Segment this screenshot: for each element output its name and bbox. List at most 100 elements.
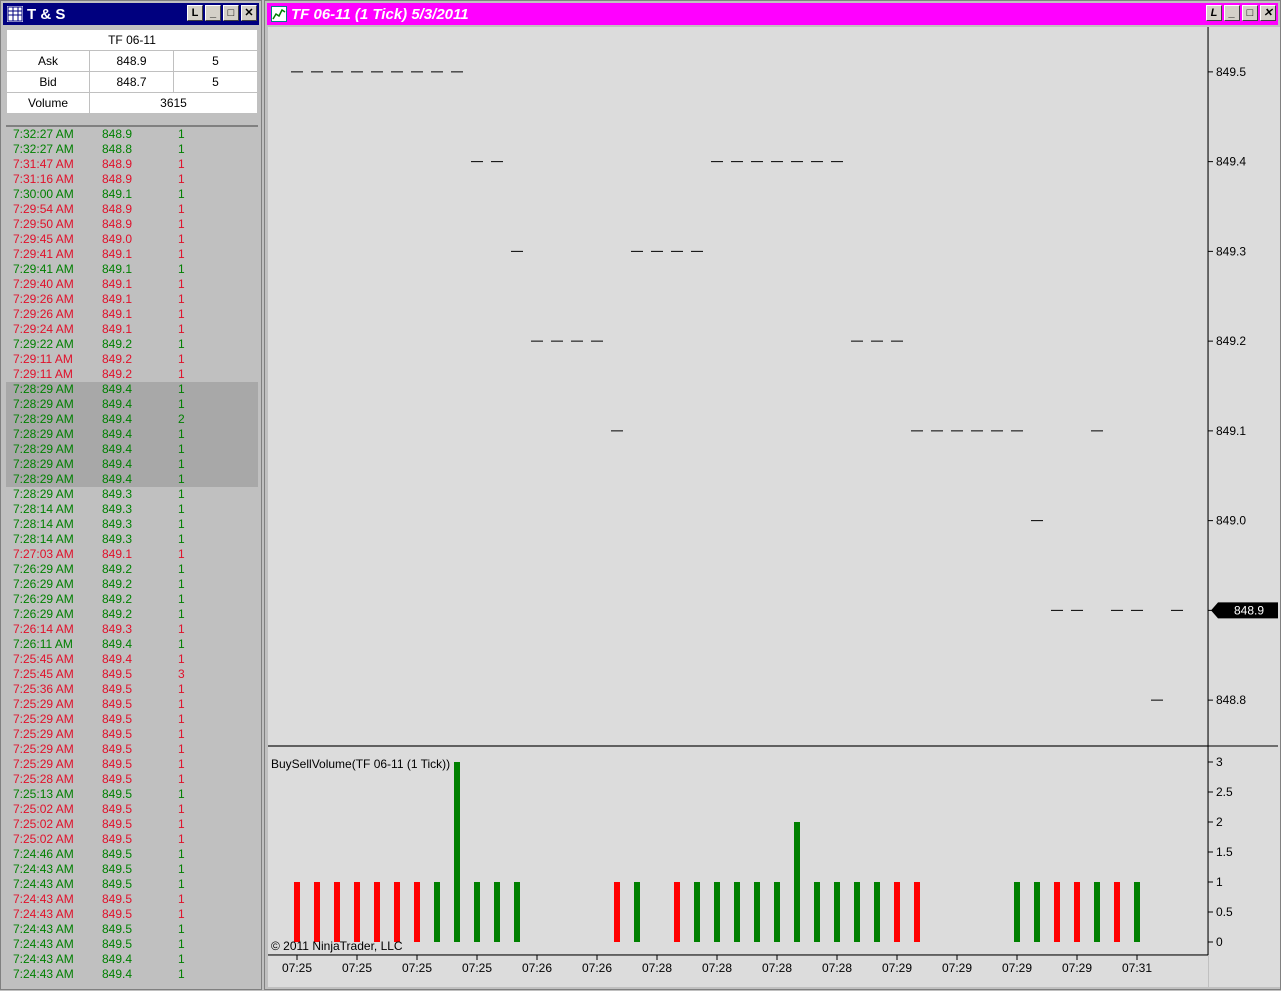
link-button[interactable]: L bbox=[187, 5, 203, 21]
trade-size: 1 bbox=[178, 337, 185, 351]
volume-tick-label: 2.5 bbox=[1216, 785, 1233, 799]
trade-row[interactable]: 7:28:14 AM 849.3 1 bbox=[6, 532, 258, 547]
trade-row[interactable]: 7:25:29 AM 849.5 1 bbox=[6, 757, 258, 772]
trade-row[interactable]: 7:28:29 AM 849.4 1 bbox=[6, 472, 258, 487]
trade-size: 1 bbox=[178, 187, 185, 201]
trade-price: 849.2 bbox=[102, 352, 133, 366]
trade-row[interactable]: 7:29:45 AM 849.0 1 bbox=[6, 232, 258, 247]
buy-volume-bar bbox=[1014, 882, 1020, 942]
trade-row[interactable]: 7:30:00 AM 849.1 1 bbox=[6, 187, 258, 202]
sell-volume-bar bbox=[394, 882, 400, 942]
trade-row[interactable]: 7:31:47 AM 848.9 1 bbox=[6, 157, 258, 172]
trade-time: 7:29:11 AM bbox=[13, 367, 73, 381]
volume-tick-label: 0 bbox=[1216, 935, 1223, 949]
trade-row[interactable]: 7:27:03 AM 849.1 1 bbox=[6, 547, 258, 562]
price-tick-label: 848.8 bbox=[1216, 693, 1246, 707]
trade-row[interactable]: 7:28:29 AM 849.4 1 bbox=[6, 397, 258, 412]
minimize-button[interactable]: _ bbox=[205, 5, 221, 21]
trade-row[interactable]: 7:25:02 AM 849.5 1 bbox=[6, 817, 258, 832]
trade-row[interactable]: 7:24:43 AM 849.5 1 bbox=[6, 862, 258, 877]
buy-volume-bar bbox=[1134, 882, 1140, 942]
trade-row[interactable]: 7:25:29 AM 849.5 1 bbox=[6, 727, 258, 742]
trade-row[interactable]: 7:24:43 AM 849.5 1 bbox=[6, 907, 258, 922]
trade-price: 849.2 bbox=[102, 607, 133, 621]
trade-row[interactable]: 7:29:50 AM 848.9 1 bbox=[6, 217, 258, 232]
price-tick-label: 849.5 bbox=[1216, 65, 1246, 79]
ts-titlebar[interactable]: T & S L _ □ ✕ bbox=[3, 3, 259, 25]
close-button[interactable]: ✕ bbox=[241, 5, 257, 21]
price-tick-label: 849.1 bbox=[1216, 424, 1246, 438]
trade-time: 7:25:29 AM bbox=[13, 697, 74, 711]
trade-row[interactable]: 7:31:16 AM 848.9 1 bbox=[6, 172, 258, 187]
trade-price: 849.4 bbox=[102, 412, 133, 426]
trade-size: 1 bbox=[178, 532, 185, 546]
trade-row[interactable]: 7:25:45 AM 849.4 1 bbox=[6, 652, 258, 667]
trade-row[interactable]: 7:28:29 AM 849.4 1 bbox=[6, 442, 258, 457]
trade-price: 849.5 bbox=[102, 757, 133, 771]
trade-row[interactable]: 7:29:26 AM 849.1 1 bbox=[6, 292, 258, 307]
trade-row[interactable]: 7:24:43 AM 849.5 1 bbox=[6, 937, 258, 952]
price-chart[interactable]: 849.5 849.4 849.3 849.2 849.1 849.0 848.9 848.8… bbox=[265, 1, 1281, 991]
trade-row[interactable]: 7:24:43 AM 849.5 1 bbox=[6, 922, 258, 937]
price-tick-label: 849.2 bbox=[1216, 334, 1246, 348]
trade-row[interactable]: 7:29:41 AM 849.1 1 bbox=[6, 262, 258, 277]
trade-row[interactable]: 7:24:43 AM 849.4 1 bbox=[6, 967, 258, 982]
trade-time: 7:28:29 AM bbox=[13, 397, 74, 411]
trade-row[interactable]: 7:29:40 AM 849.1 1 bbox=[6, 277, 258, 292]
trade-row[interactable]: 7:28:29 AM 849.3 1 bbox=[6, 487, 258, 502]
trade-time: 7:26:29 AM bbox=[13, 562, 74, 576]
trade-row[interactable]: 7:25:29 AM 849.5 1 bbox=[6, 742, 258, 757]
trade-price: 849.4 bbox=[102, 967, 133, 981]
time-tick-label: 07:28 bbox=[822, 961, 852, 975]
trade-row[interactable]: 7:32:27 AM 848.8 1 bbox=[6, 142, 258, 157]
trade-row[interactable]: 7:29:26 AM 849.1 1 bbox=[6, 307, 258, 322]
trade-row[interactable]: 7:29:22 AM 849.2 1 bbox=[6, 337, 258, 352]
trade-time: 7:24:43 AM bbox=[13, 877, 74, 891]
trade-row[interactable]: 7:29:54 AM 848.9 1 bbox=[6, 202, 258, 217]
trade-price: 849.4 bbox=[102, 397, 133, 411]
trade-row[interactable]: 7:25:29 AM 849.5 1 bbox=[6, 697, 258, 712]
trade-size: 1 bbox=[178, 307, 185, 321]
trade-row[interactable]: 7:28:14 AM 849.3 1 bbox=[6, 517, 258, 532]
sell-volume-bar bbox=[314, 882, 320, 942]
trade-row[interactable]: 7:25:29 AM 849.5 1 bbox=[6, 712, 258, 727]
trade-row[interactable]: 7:28:14 AM 849.3 1 bbox=[6, 502, 258, 517]
trade-row[interactable]: 7:32:27 AM 848.9 1 bbox=[6, 127, 258, 142]
trade-row[interactable]: 7:29:24 AM 849.1 1 bbox=[6, 322, 258, 337]
trade-row[interactable]: 7:28:29 AM 849.4 1 bbox=[6, 457, 258, 472]
trade-row[interactable]: 7:26:29 AM 849.2 1 bbox=[6, 562, 258, 577]
trade-row[interactable]: 7:26:14 AM 849.3 1 bbox=[6, 622, 258, 637]
ts-window-icon bbox=[7, 6, 23, 22]
trade-row[interactable]: 7:29:11 AM 849.2 1 bbox=[6, 367, 258, 382]
trade-row[interactable]: 7:25:45 AM 849.5 3 bbox=[6, 667, 258, 682]
volume-tick-label: 3 bbox=[1216, 755, 1223, 769]
trades-list[interactable]: 7:32:27 AM 848.9 1 7:32:27 AM 848.8 1 7:31:47 … bbox=[6, 125, 258, 987]
trade-row[interactable]: 7:28:29 AM 849.4 1 bbox=[6, 427, 258, 442]
trade-time: 7:24:43 AM bbox=[13, 922, 74, 936]
trade-row[interactable]: 7:25:36 AM 849.5 1 bbox=[6, 682, 258, 697]
trade-row[interactable]: 7:29:41 AM 849.1 1 bbox=[6, 247, 258, 262]
trade-row[interactable]: 7:24:43 AM 849.5 1 bbox=[6, 877, 258, 892]
trade-price: 849.4 bbox=[102, 652, 133, 666]
trade-row[interactable]: 7:25:02 AM 849.5 1 bbox=[6, 802, 258, 817]
trade-row[interactable]: 7:26:29 AM 849.2 1 bbox=[6, 592, 258, 607]
current-price-label: 848.9 bbox=[1234, 603, 1264, 617]
trade-row[interactable]: 7:25:02 AM 849.5 1 bbox=[6, 832, 258, 847]
trade-row[interactable]: 7:24:43 AM 849.4 1 bbox=[6, 952, 258, 967]
trade-row[interactable]: 7:28:29 AM 849.4 1 bbox=[6, 382, 258, 397]
maximize-button[interactable]: □ bbox=[223, 5, 239, 21]
trade-row[interactable]: 7:25:13 AM 849.5 1 bbox=[6, 787, 258, 802]
trade-row[interactable]: 7:24:46 AM 849.5 1 bbox=[6, 847, 258, 862]
trade-time: 7:28:29 AM bbox=[13, 412, 74, 426]
trade-row[interactable]: 7:26:29 AM 849.2 1 bbox=[6, 607, 258, 622]
trade-row[interactable]: 7:26:29 AM 849.2 1 bbox=[6, 577, 258, 592]
buy-volume-bar bbox=[874, 882, 880, 942]
trade-row[interactable]: 7:25:28 AM 849.5 1 bbox=[6, 772, 258, 787]
trade-row[interactable]: 7:28:29 AM 849.4 2 bbox=[6, 412, 258, 427]
trade-row[interactable]: 7:29:11 AM 849.2 1 bbox=[6, 352, 258, 367]
trade-row[interactable]: 7:26:11 AM 849.4 1 bbox=[6, 637, 258, 652]
trade-time: 7:24:43 AM bbox=[13, 892, 74, 906]
trade-row[interactable]: 7:24:43 AM 849.5 1 bbox=[6, 892, 258, 907]
price-tick-label: 849.0 bbox=[1216, 514, 1246, 528]
trade-time: 7:26:29 AM bbox=[13, 592, 74, 606]
